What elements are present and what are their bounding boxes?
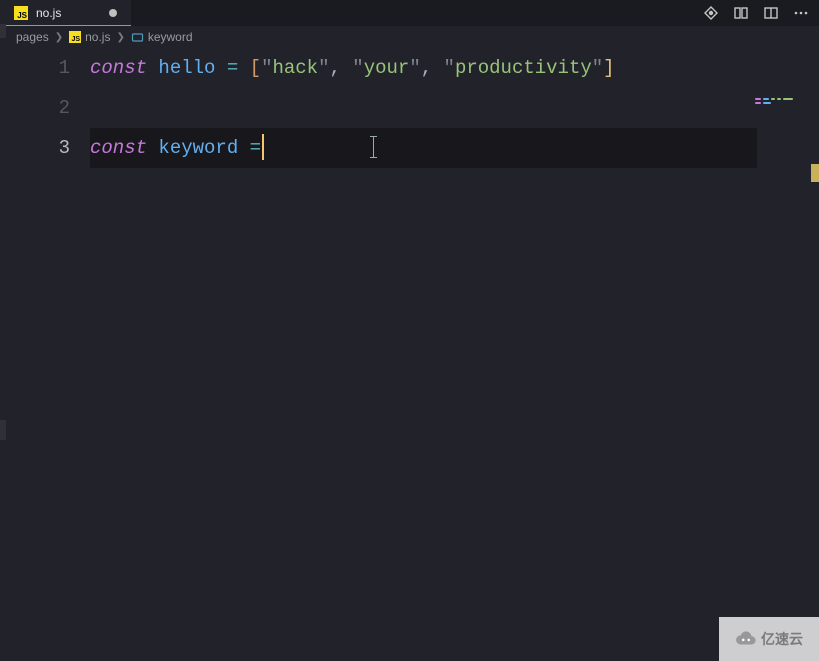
line-number: 1 (0, 48, 70, 88)
code-line[interactable]: const keyword = (90, 128, 819, 168)
token-bracket: [ (250, 57, 261, 79)
token-punct: , (421, 57, 432, 79)
line-number-gutter: 1 2 3 (0, 48, 90, 661)
token-quote: " (352, 57, 363, 79)
token-keyword: const (90, 57, 147, 79)
code-line[interactable] (90, 88, 819, 128)
dirty-indicator-icon[interactable] (109, 9, 117, 17)
token-bracket: ] (603, 57, 614, 79)
breadcrumb-item[interactable]: keyword (131, 30, 193, 44)
token-punct: , (329, 57, 340, 79)
chevron-right-icon: ❯ (55, 32, 63, 43)
token-string: productivity (455, 57, 592, 79)
cloud-icon (735, 628, 757, 650)
source-control-icon[interactable] (703, 5, 719, 21)
minimap[interactable] (755, 98, 815, 106)
watermark-text: 亿速云 (761, 629, 803, 649)
tab-filename: no.js (36, 6, 61, 20)
gutter-marker (0, 24, 6, 38)
code-line[interactable]: const hello = ["hack", "your", "producti… (90, 48, 819, 88)
toggle-panel-icon[interactable] (763, 5, 779, 21)
token-operator: = (227, 57, 238, 79)
token-keyword: const (90, 137, 147, 159)
token-string: hack (272, 57, 318, 79)
mouse-text-caret-icon (373, 136, 374, 158)
breadcrumb-label: no.js (85, 30, 110, 44)
token-quote: " (592, 57, 603, 79)
breadcrumb-label: pages (16, 30, 49, 44)
line-number: 2 (0, 88, 70, 128)
token-variable: keyword (158, 137, 238, 159)
editor-toolbar (703, 0, 819, 26)
token-quote: " (261, 57, 272, 79)
more-icon[interactable] (793, 5, 809, 21)
tab-no-js[interactable]: JS no.js (0, 0, 131, 26)
line-number: 3 (0, 128, 70, 168)
js-file-icon: JS (69, 31, 81, 43)
chevron-right-icon: ❯ (116, 32, 124, 43)
watermark-badge: 亿速云 (719, 617, 819, 661)
token-quote: " (318, 57, 329, 79)
token-quote: " (409, 57, 420, 79)
token-string: your (364, 57, 410, 79)
text-cursor (262, 134, 264, 160)
symbol-variable-icon (131, 31, 144, 44)
token-operator: = (250, 137, 261, 159)
breadcrumb-label: keyword (148, 30, 193, 44)
breadcrumb-item[interactable]: pages (16, 30, 49, 44)
code-area[interactable]: const hello = ["hack", "your", "producti… (90, 48, 819, 661)
token-variable: hello (158, 57, 215, 79)
token-quote: " (444, 57, 455, 79)
breadcrumb-item[interactable]: JS no.js (69, 30, 110, 44)
split-editor-icon[interactable] (733, 5, 749, 21)
breadcrumb[interactable]: pages ❯ JS no.js ❯ keyword (0, 26, 819, 48)
tab-bar: JS no.js (0, 0, 819, 26)
code-editor[interactable]: 1 2 3 const hello = ["hack", "your", "pr… (0, 48, 819, 661)
overview-ruler-marker (811, 164, 819, 182)
js-file-icon: JS (14, 6, 28, 20)
